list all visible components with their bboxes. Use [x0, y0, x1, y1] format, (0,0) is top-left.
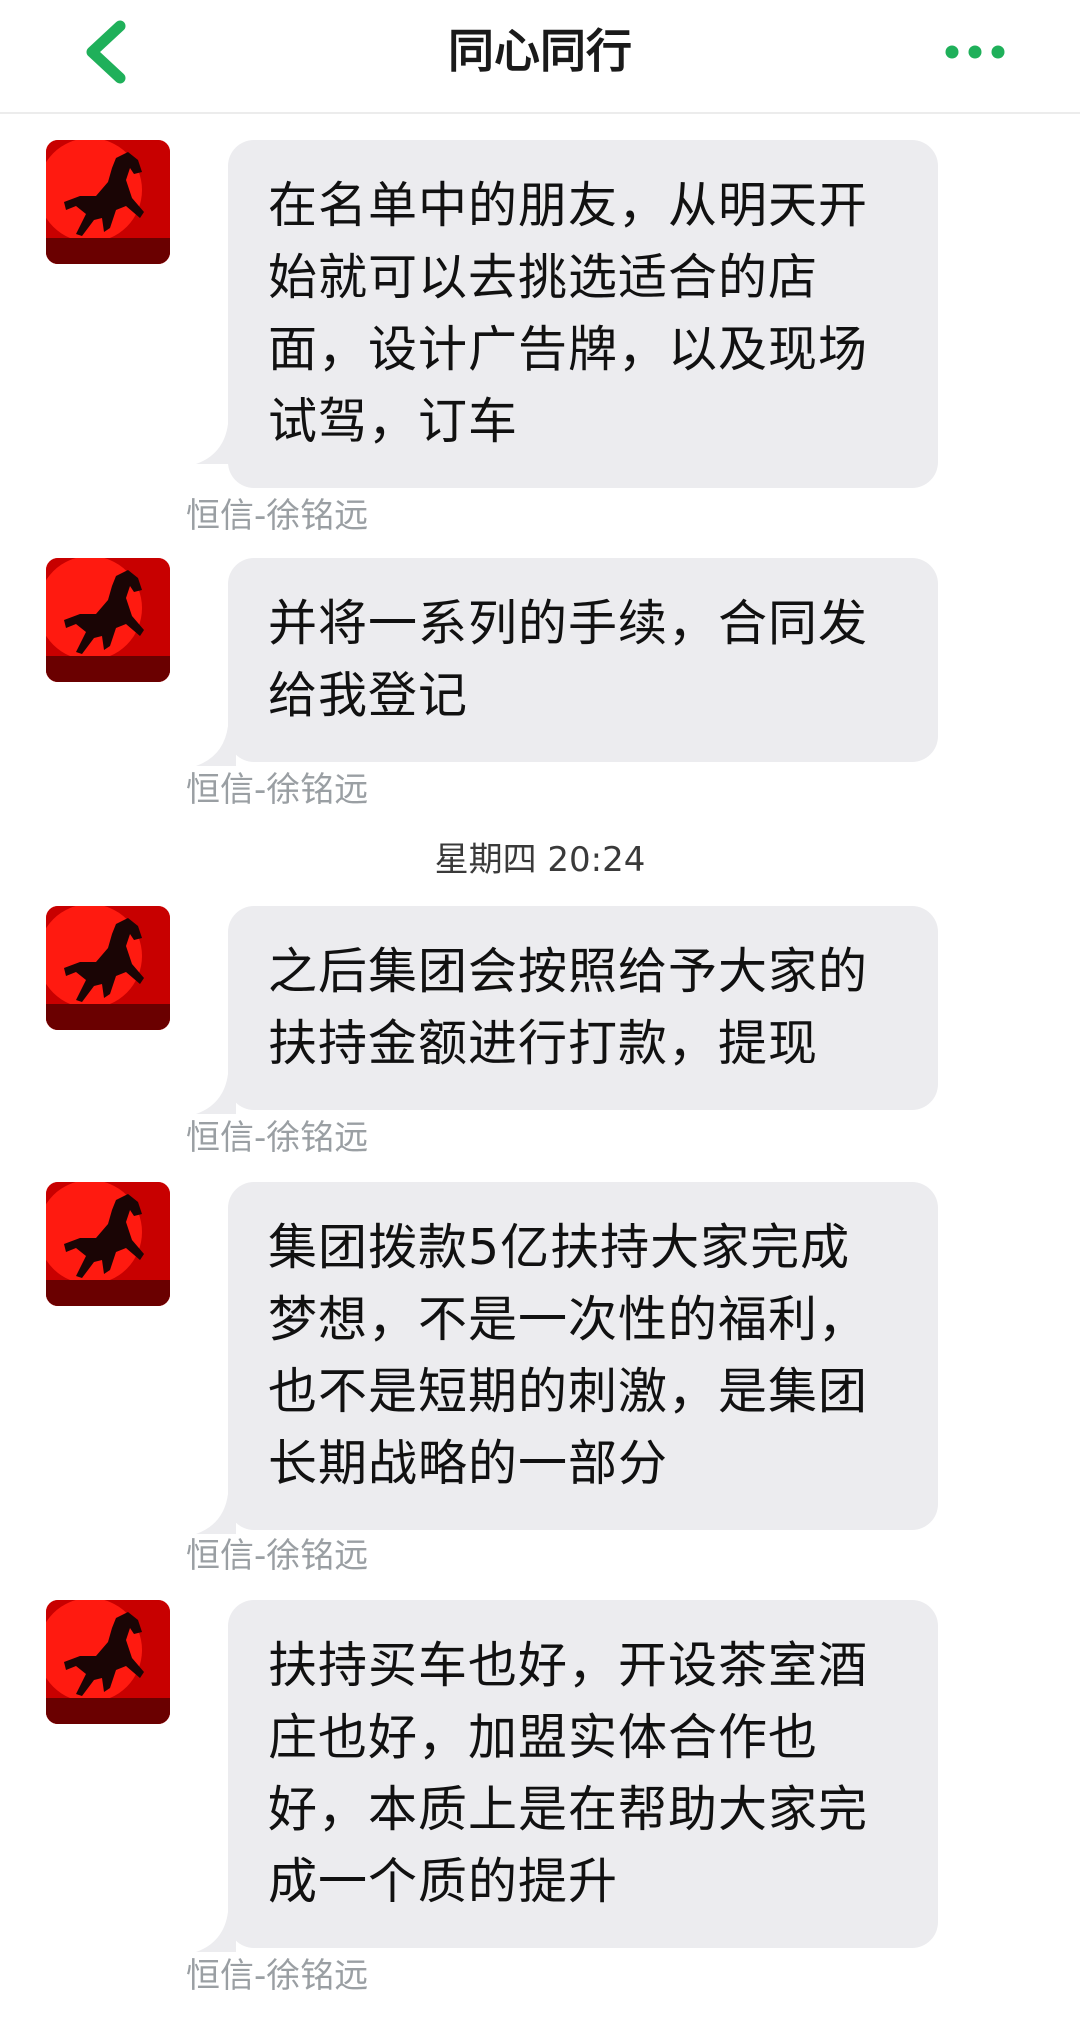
message-bubble[interactable]: 集团拨款5亿扶持大家完成梦想，不是一次性的福利，也不是短期的刺激，是集团长期战略…: [228, 1182, 938, 1530]
chat-screen: 同心同行 在名单中的朋友，从明天开始就可以去挑选适合的店面，设计广告牌，以及现场…: [0, 0, 1080, 2025]
message-text: 在名单中的朋友，从明天开始就可以去挑选适合的店面，设计广告牌，以及现场试驾，订车: [268, 177, 869, 450]
chat-header: 同心同行: [0, 0, 1080, 114]
horse-avatar-icon: [46, 906, 170, 1030]
sender-avatar[interactable]: [46, 1600, 170, 1724]
timestamp-divider: 星期四 20:24: [434, 840, 646, 880]
sender-name: 恒信-徐铭远: [186, 770, 369, 810]
sender-name: 恒信-徐铭远: [186, 496, 369, 536]
horse-avatar-icon: [46, 140, 170, 264]
sender-avatar[interactable]: [46, 906, 170, 1030]
message-bubble[interactable]: 之后集团会按照给予大家的扶持金额进行打款，提现: [228, 906, 938, 1110]
message-bubble[interactable]: 在名单中的朋友，从明天开始就可以去挑选适合的店面，设计广告牌，以及现场试驾，订车: [228, 140, 938, 488]
sender-avatar[interactable]: [46, 558, 170, 682]
message-bubble[interactable]: 扶持买车也好，开设茶室酒庄也好，加盟实体合作也好，本质上是在帮助大家完成一个质的…: [228, 1600, 938, 1948]
sender-avatar[interactable]: [46, 1182, 170, 1306]
horse-avatar-icon: [46, 558, 170, 682]
sender-name: 恒信-徐铭远: [186, 1536, 369, 1576]
message-text: 扶持买车也好，开设茶室酒庄也好，加盟实体合作也好，本质上是在帮助大家完成一个质的…: [268, 1637, 869, 1910]
sender-avatar[interactable]: [46, 140, 170, 264]
message-text: 并将一系列的手续，合同发给我登记: [268, 595, 869, 724]
horse-avatar-icon: [46, 1600, 170, 1724]
more-button[interactable]: [940, 30, 1010, 74]
message-text: 集团拨款5亿扶持大家完成梦想，不是一次性的福利，也不是短期的刺激，是集团长期战略…: [268, 1219, 869, 1492]
more-dots-icon: [945, 45, 1005, 59]
message-bubble[interactable]: 并将一系列的手续，合同发给我登记: [228, 558, 938, 762]
chat-title: 同心同行: [448, 24, 632, 78]
sender-name: 恒信-徐铭远: [186, 1118, 369, 1158]
message-text: 之后集团会按照给予大家的扶持金额进行打款，提现: [268, 943, 869, 1072]
chevron-left-icon: [86, 20, 126, 84]
sender-name: 恒信-徐铭远: [186, 1956, 369, 1996]
horse-avatar-icon: [46, 1182, 170, 1306]
back-button[interactable]: [70, 12, 150, 92]
